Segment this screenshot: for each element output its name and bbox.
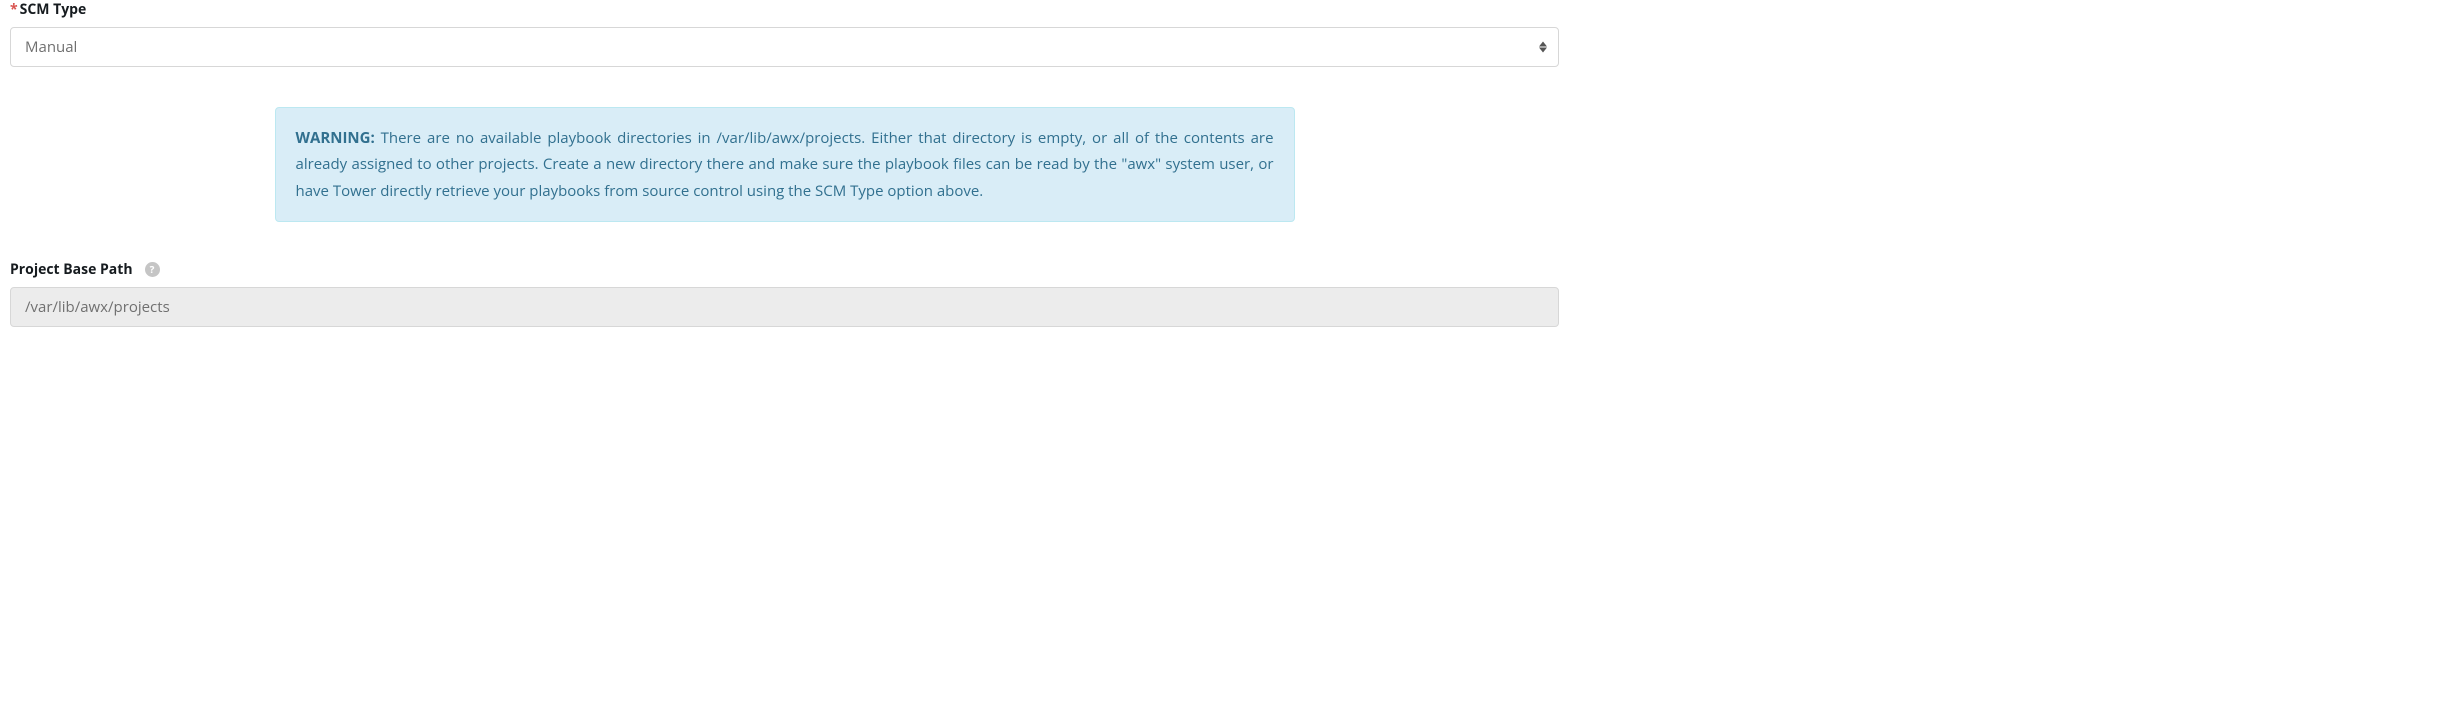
project-base-path-label-text: Project Base Path bbox=[10, 260, 133, 279]
project-base-path-input bbox=[10, 287, 1559, 327]
scm-type-label-text: SCM Type bbox=[20, 0, 87, 19]
project-base-path-field-group: Project Base Path ? bbox=[10, 260, 1559, 327]
warning-message: There are no available playbook director… bbox=[296, 128, 1274, 201]
scm-type-select-wrapper: Manual bbox=[10, 27, 1559, 67]
required-asterisk: * bbox=[10, 0, 18, 19]
help-icon[interactable]: ? bbox=[145, 262, 160, 277]
warning-box: WARNING: There are no available playbook… bbox=[275, 107, 1295, 222]
project-base-path-label: Project Base Path ? bbox=[10, 260, 1559, 279]
warning-prefix: WARNING: bbox=[296, 128, 375, 148]
scm-type-select[interactable]: Manual bbox=[10, 27, 1559, 67]
scm-type-label: *SCM Type bbox=[10, 0, 1559, 19]
scm-type-field-group: *SCM Type Manual bbox=[10, 0, 1559, 67]
warning-container: WARNING: There are no available playbook… bbox=[10, 107, 1559, 222]
